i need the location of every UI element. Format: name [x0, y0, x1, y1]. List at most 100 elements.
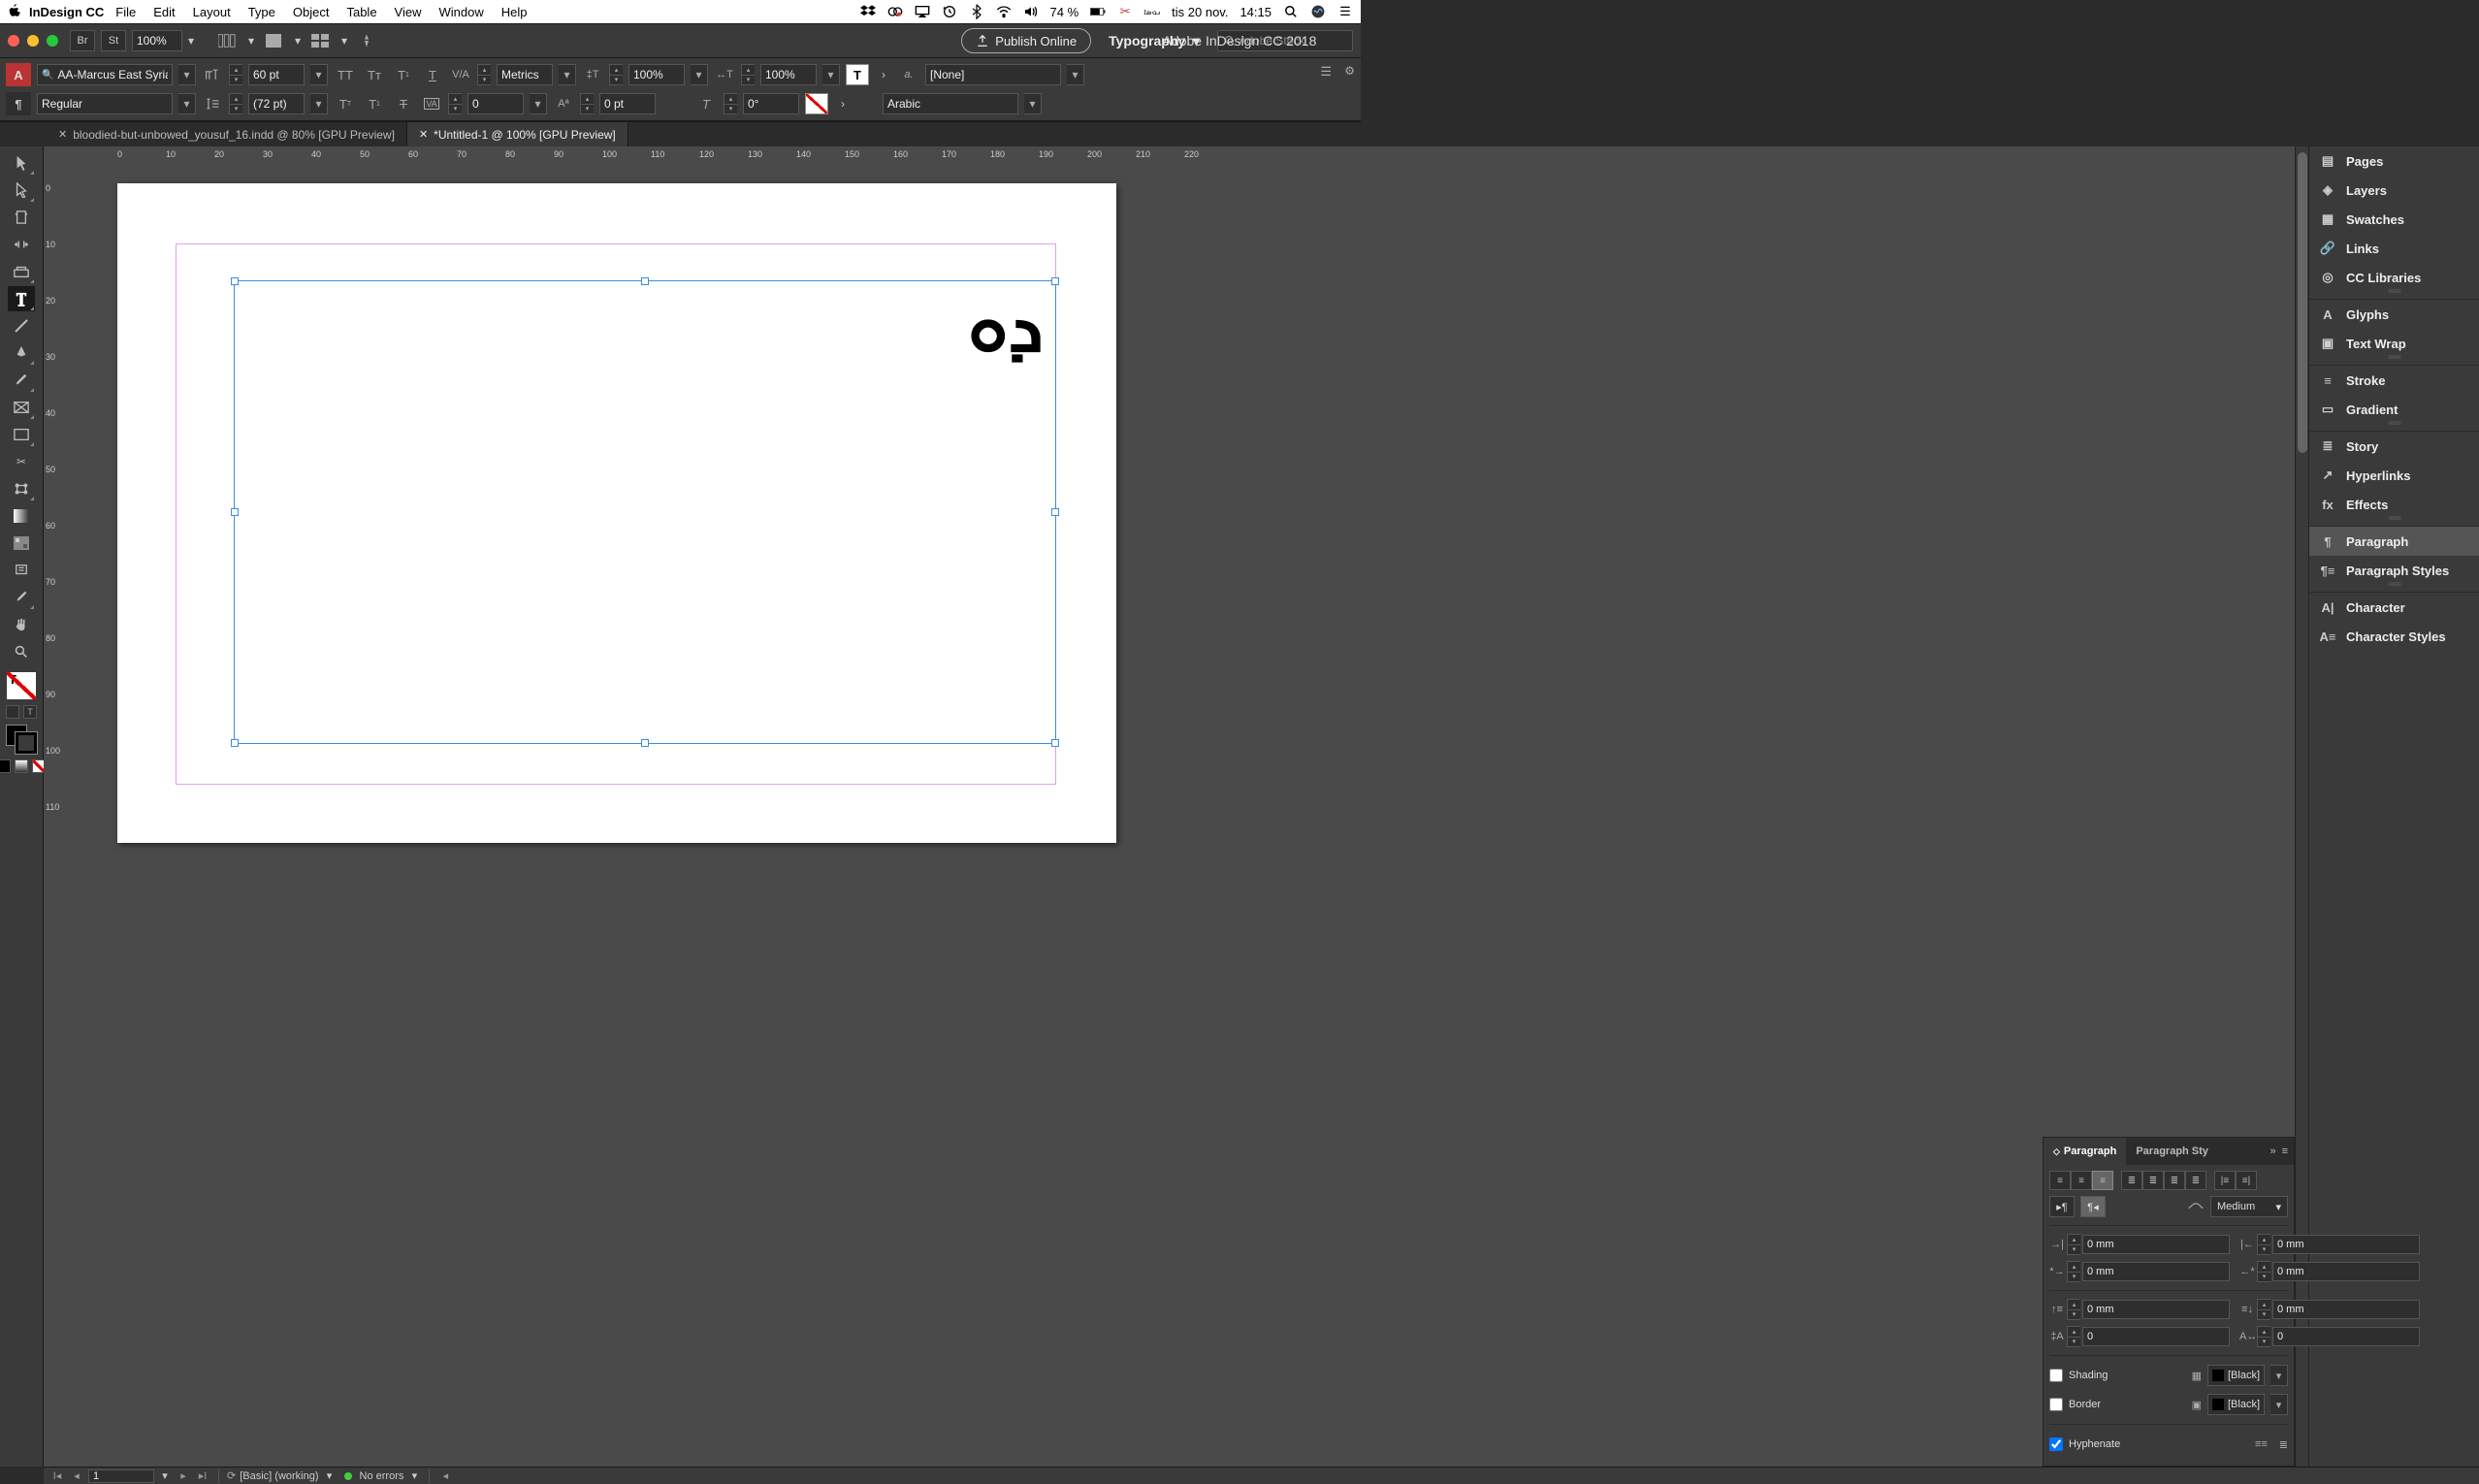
space-before-input[interactable] — [2082, 1300, 2230, 1319]
free-transform-tool[interactable] — [8, 476, 35, 501]
charstyle-dropdown[interactable]: ▾ — [1067, 64, 1084, 85]
preflight-menu-icon[interactable]: ⟳ — [227, 1469, 236, 1482]
handle-bm[interactable] — [641, 739, 649, 747]
panel-swatches[interactable]: ▦Swatches — [2309, 205, 2479, 234]
panel-pages[interactable]: ▤Pages — [2309, 146, 2479, 176]
panel-cc-libraries[interactable]: ◎CC Libraries — [2309, 263, 2479, 292]
paragraph-panel-tab[interactable]: ◇Paragraph — [2044, 1138, 2126, 1165]
handle-tr[interactable] — [1051, 277, 1059, 285]
bluetooth-icon[interactable] — [969, 4, 984, 19]
baseline-grid-align-icon[interactable]: ≡≡ — [2255, 1438, 2268, 1450]
space-after-spinner[interactable]: ▴▾ — [2257, 1299, 2270, 1320]
control-bar-gpu-icon[interactable]: ☰ — [1320, 64, 1332, 80]
panel-effects[interactable]: fxEffects — [2309, 490, 2479, 519]
stroke-swatch-button[interactable] — [805, 93, 828, 114]
minimize-window-button[interactable] — [27, 35, 39, 47]
view-options-dropdown[interactable]: ▾ — [242, 30, 260, 51]
space-after-input[interactable] — [2272, 1300, 2420, 1319]
kerning-spinner[interactable]: ▴▾ — [477, 64, 491, 85]
panel-glyphs[interactable]: AGlyphs — [2309, 300, 2479, 329]
keyboard-lang-icon[interactable]: ܢܘܣܐ — [1144, 4, 1160, 19]
border-checkbox[interactable] — [2049, 1398, 2063, 1411]
smallcaps-button[interactable]: Tᴛ — [363, 64, 386, 85]
close-window-button[interactable] — [8, 35, 19, 47]
strikethrough-button[interactable]: T — [392, 93, 415, 114]
menu-file[interactable]: File — [115, 5, 136, 19]
horizontal-ruler[interactable]: 0102030405060708090100110120130140150160… — [61, 146, 2308, 164]
kerning-input[interactable] — [497, 64, 553, 85]
pencil-tool[interactable] — [8, 368, 35, 393]
menu-object[interactable]: Object — [293, 5, 330, 19]
font-size-spinner[interactable]: ▴▾ — [229, 64, 242, 85]
next-page-button[interactable]: ▸ — [176, 1469, 191, 1483]
pen-tool[interactable] — [8, 340, 35, 366]
handle-bl[interactable] — [231, 739, 239, 747]
dropcap-chars-spinner[interactable]: ▴▾ — [2257, 1326, 2270, 1347]
stroke-expand[interactable]: › — [834, 93, 852, 114]
handle-tm[interactable] — [641, 277, 649, 285]
wifi-icon[interactable] — [996, 4, 1012, 19]
vscale-dropdown[interactable]: ▾ — [691, 64, 708, 85]
right-indent-input[interactable] — [2272, 1235, 2420, 1254]
shading-thumb-icon[interactable]: ▦ — [2192, 1370, 2202, 1382]
allcaps-button[interactable]: TT — [334, 64, 357, 85]
first-indent-input[interactable] — [2082, 1262, 2230, 1281]
page-dropdown[interactable]: ▾ — [158, 1469, 172, 1482]
direct-selection-tool[interactable] — [8, 177, 35, 203]
screen-mode-dropdown[interactable]: ▾ — [289, 30, 306, 51]
eyedropper-tool[interactable] — [8, 585, 35, 610]
errors-dropdown[interactable]: ▾ — [407, 1469, 421, 1482]
font-size-dropdown[interactable]: ▾ — [310, 64, 328, 85]
align-right-button[interactable]: ≡ — [2092, 1171, 2113, 1190]
fill-stroke-swatch[interactable] — [6, 725, 37, 754]
airplay-icon[interactable] — [915, 4, 930, 19]
menu-type[interactable]: Type — [248, 5, 275, 19]
justify-right-button[interactable]: ≣ — [2164, 1171, 2185, 1190]
hscale-spinner[interactable]: ▴▾ — [741, 64, 755, 85]
handle-ml[interactable] — [231, 508, 239, 516]
last-indent-spinner[interactable]: ▴▾ — [2257, 1261, 2270, 1282]
underline-button[interactable]: T — [421, 64, 444, 85]
rtl-direction-button[interactable]: ¶◂ — [2080, 1196, 2106, 1217]
panel-character-styles[interactable]: A≡Character Styles — [2309, 622, 2479, 651]
kashida-select[interactable]: Medium▾ — [2210, 1196, 2288, 1217]
content-collector-tool[interactable] — [8, 259, 35, 284]
menu-layout[interactable]: Layout — [193, 5, 231, 19]
right-indent-spinner[interactable]: ▴▾ — [2257, 1234, 2270, 1255]
apply-gradient-icon[interactable] — [15, 759, 28, 773]
align-left-button[interactable]: ≡ — [2049, 1171, 2071, 1190]
page-tool[interactable] — [8, 205, 35, 230]
arrange-icon[interactable] — [306, 30, 334, 51]
baseline-spinner[interactable]: ▴▾ — [580, 93, 594, 114]
text-content[interactable]: ܕܘ — [968, 287, 1044, 370]
gap-tool[interactable] — [8, 232, 35, 257]
align-toward-spine-button[interactable]: |≡ — [2214, 1171, 2236, 1190]
stock-button[interactable]: St — [101, 30, 126, 51]
control-bar-menu-icon[interactable]: ⚙ — [1344, 64, 1355, 78]
first-indent-spinner[interactable]: ▴▾ — [2067, 1261, 2080, 1282]
scissors-tool[interactable]: ✂ — [8, 449, 35, 474]
hscale-input[interactable] — [760, 64, 817, 85]
shading-checkbox[interactable] — [2049, 1369, 2063, 1382]
fill-expand[interactable]: › — [875, 64, 892, 85]
maximize-window-button[interactable] — [47, 35, 58, 47]
preflight-dropdown[interactable]: ▾ — [323, 1469, 337, 1482]
subscript2-button[interactable]: T1 — [363, 93, 386, 114]
justify-center-button[interactable]: ≣ — [2142, 1171, 2164, 1190]
charstyle-input[interactable] — [925, 64, 1061, 85]
volume-icon[interactable] — [1023, 4, 1039, 19]
kerning-dropdown[interactable]: ▾ — [559, 64, 576, 85]
panel-paragraph[interactable]: ¶Paragraph — [2309, 527, 2479, 556]
rectangle-frame-tool[interactable] — [8, 395, 35, 420]
left-indent-input[interactable] — [2082, 1235, 2230, 1254]
font-family-input[interactable]: 🔍AA-Marcus East Syria — [37, 64, 173, 85]
hand-tool[interactable] — [8, 612, 35, 637]
border-thumb-icon[interactable]: ▣ — [2192, 1399, 2202, 1411]
zoom-dropdown[interactable]: ▾ — [182, 30, 200, 51]
siri-icon[interactable] — [1310, 4, 1326, 19]
panel-text-wrap[interactable]: ▣Text Wrap — [2309, 329, 2479, 358]
language-input[interactable] — [883, 93, 1018, 114]
char-mode-button[interactable]: A — [6, 63, 31, 86]
leading-input[interactable] — [248, 93, 305, 114]
publish-online-button[interactable]: Publish Online — [961, 28, 1091, 53]
